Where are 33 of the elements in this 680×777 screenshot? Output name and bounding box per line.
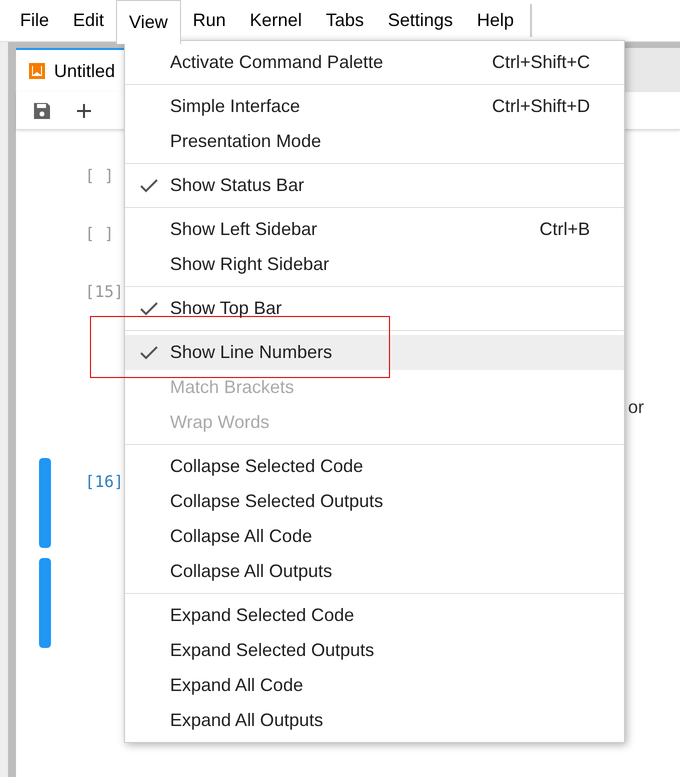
menu-item[interactable]: Show Status Bar bbox=[125, 168, 624, 203]
add-icon[interactable] bbox=[76, 102, 92, 118]
menu-bar-item[interactable]: Run bbox=[180, 0, 238, 41]
menu-item[interactable]: Activate Command Palette Ctrl+Shift+C bbox=[125, 45, 624, 80]
menu-item[interactable]: Collapse All Code bbox=[125, 519, 624, 554]
menu-bar-item[interactable]: Kernel bbox=[238, 0, 314, 41]
output-text: or bbox=[628, 396, 644, 419]
menu-bar-item[interactable]: Help bbox=[464, 0, 526, 41]
menu-item[interactable]: Simple Interface Ctrl+Shift+D bbox=[125, 89, 624, 124]
menu-bar-item[interactable]: Settings bbox=[376, 0, 465, 41]
menu-bar-item[interactable]: Edit bbox=[61, 0, 116, 41]
notebook-icon bbox=[28, 62, 46, 80]
menu-item[interactable]: Expand All Outputs bbox=[125, 703, 624, 738]
menu-bar-item[interactable]: View bbox=[116, 0, 181, 44]
save-icon[interactable] bbox=[32, 100, 52, 120]
menu-item[interactable]: Show Right Sidebar bbox=[125, 247, 624, 282]
cell-prompt: [15] bbox=[85, 281, 124, 303]
menu-item[interactable]: Expand Selected Outputs bbox=[125, 633, 624, 668]
menu-item[interactable]: Show Line Numbers bbox=[125, 335, 624, 370]
menu-item[interactable]: Expand Selected Code bbox=[125, 598, 624, 633]
menu-item[interactable]: Expand All Code bbox=[125, 668, 624, 703]
menu-item[interactable]: Collapse Selected Code bbox=[125, 449, 624, 484]
menu-item[interactable]: Collapse All Outputs bbox=[125, 554, 624, 589]
menu-item[interactable]: Show Left Sidebar Ctrl+B bbox=[125, 212, 624, 247]
cell-prompt: [16] bbox=[85, 471, 124, 493]
menu-bar-item[interactable]: Tabs bbox=[314, 0, 376, 41]
cell-prompt: [ ] bbox=[85, 223, 114, 245]
menu-bar-item[interactable]: File bbox=[8, 0, 62, 41]
menu-item[interactable]: Show Top Bar bbox=[125, 291, 624, 326]
tab-label: Untitled bbox=[54, 60, 116, 82]
menu-item[interactable]: Presentation Mode bbox=[125, 124, 624, 159]
menu-item[interactable]: Collapse Selected Outputs bbox=[125, 484, 624, 519]
cell-prompt: [ ] bbox=[85, 165, 114, 187]
